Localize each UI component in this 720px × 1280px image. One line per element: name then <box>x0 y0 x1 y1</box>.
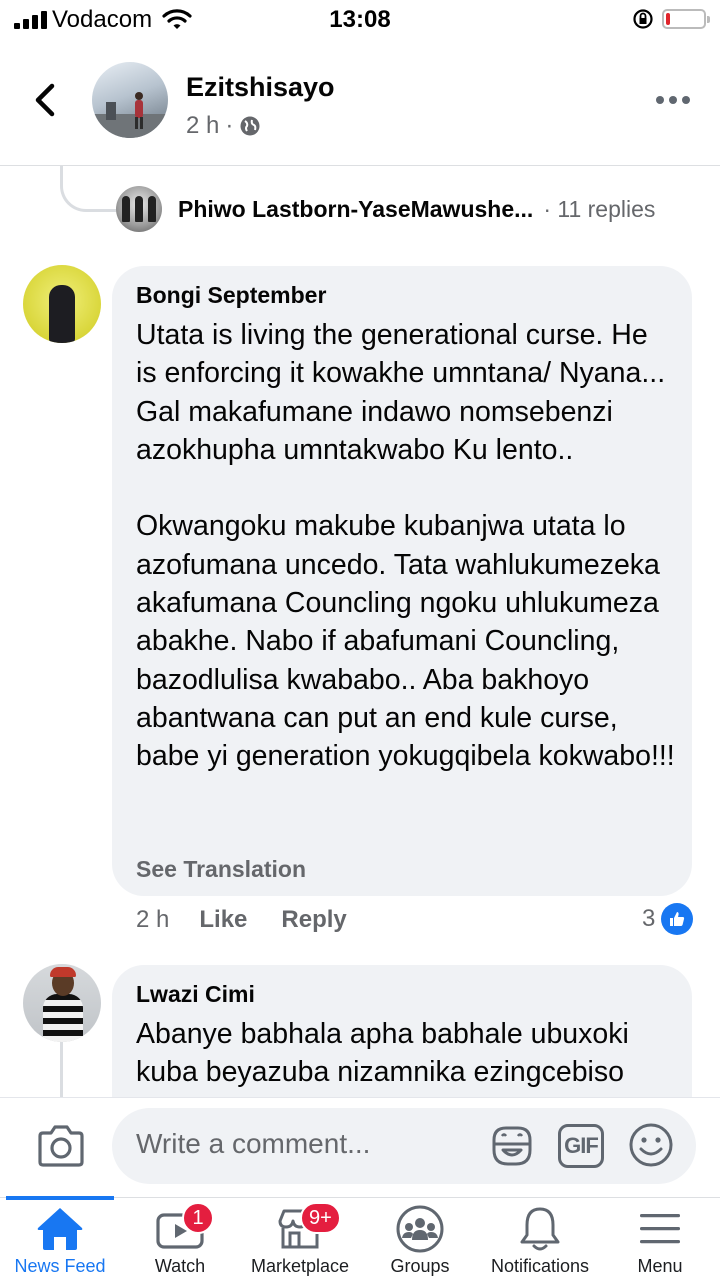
nav-label: Notifications <box>490 1256 590 1276</box>
chevron-left-icon[interactable] <box>28 80 64 120</box>
nav-watch[interactable]: 1 Watch <box>120 1198 240 1280</box>
like-button[interactable]: Like <box>199 906 247 934</box>
nav-news-feed[interactable]: News Feed <box>0 1198 120 1280</box>
like-icon <box>661 903 694 935</box>
nav-label: News Feed <box>14 1256 106 1276</box>
menu-icon <box>640 1214 680 1244</box>
meta-separator: · <box>225 112 234 139</box>
nav-notifications[interactable]: Notifications <box>480 1198 600 1280</box>
comment-time: 2 h <box>136 906 170 933</box>
nav-groups[interactable]: Groups <box>360 1198 480 1280</box>
globe-icon <box>240 116 260 136</box>
rotation-lock-icon <box>633 9 653 29</box>
reply-button[interactable]: Reply <box>281 906 346 934</box>
page-name[interactable]: Ezitshisayo <box>186 72 335 103</box>
comment-box[interactable]: GIF <box>112 1108 696 1184</box>
comment-author[interactable]: Bongi September <box>136 282 326 309</box>
comment-bubble[interactable]: Bongi September Utata is living the gene… <box>112 266 692 896</box>
comment-input[interactable] <box>136 1128 476 1160</box>
reaction-summary[interactable]: 3 <box>642 903 694 935</box>
post-header: Ezitshisayo 2 h · <box>0 50 720 166</box>
commenter-avatar[interactable] <box>23 265 101 343</box>
sticker-icon[interactable] <box>488 1122 536 1170</box>
reply-author-name: Phiwo Lastborn-YaseMawushe... <box>178 195 534 222</box>
home-icon <box>37 1208 83 1250</box>
more-horizontal-icon[interactable] <box>656 96 690 106</box>
reaction-count: 3 <box>642 905 656 932</box>
page-avatar[interactable] <box>92 62 168 138</box>
see-translation-link[interactable]: See Translation <box>136 856 306 883</box>
gif-button[interactable]: GIF <box>558 1124 604 1168</box>
post-time[interactable]: 2 h <box>186 112 219 140</box>
status-time: 13:08 <box>329 6 391 33</box>
groups-icon <box>396 1205 444 1253</box>
post-meta: 2 h · <box>186 112 261 140</box>
comment-author[interactable]: Lwazi Cimi <box>136 981 255 1008</box>
nav-label: Menu <box>637 1256 683 1276</box>
nav-label: Watch <box>154 1256 206 1276</box>
comment-composer: GIF <box>0 1097 720 1197</box>
reply-author-avatar <box>116 186 162 232</box>
replies-count: · 11 replies <box>543 195 656 222</box>
bell-icon <box>520 1207 560 1251</box>
view-replies-link[interactable]: Phiwo Lastborn-YaseMawushe... · 11 repli… <box>116 186 655 232</box>
marketplace-badge: 9+ <box>300 1202 341 1234</box>
watch-badge: 1 <box>182 1202 214 1234</box>
bottom-nav: News Feed 1 Watch 9+ Marketplace Groups … <box>0 1196 720 1280</box>
camera-icon[interactable] <box>36 1124 86 1168</box>
thread-connector <box>60 1040 63 1098</box>
comment-actions: 2 h Like Reply <box>136 906 381 934</box>
commenter-avatar[interactable] <box>23 964 101 1042</box>
nav-marketplace[interactable]: 9+ Marketplace <box>240 1198 360 1280</box>
nav-menu[interactable]: Menu <box>600 1198 720 1280</box>
emoji-icon[interactable] <box>628 1122 674 1168</box>
status-bar: Vodacom 13:08 <box>0 0 720 44</box>
battery-icon <box>662 9 710 29</box>
comment-text: Abanye babhala apha babhale ubuxoki kuba… <box>136 1018 637 1089</box>
thread-connector <box>60 166 116 212</box>
nav-label: Marketplace <box>250 1256 350 1276</box>
comment-text: Utata is living the generational curse. … <box>136 319 675 773</box>
nav-label: Groups <box>390 1256 450 1276</box>
